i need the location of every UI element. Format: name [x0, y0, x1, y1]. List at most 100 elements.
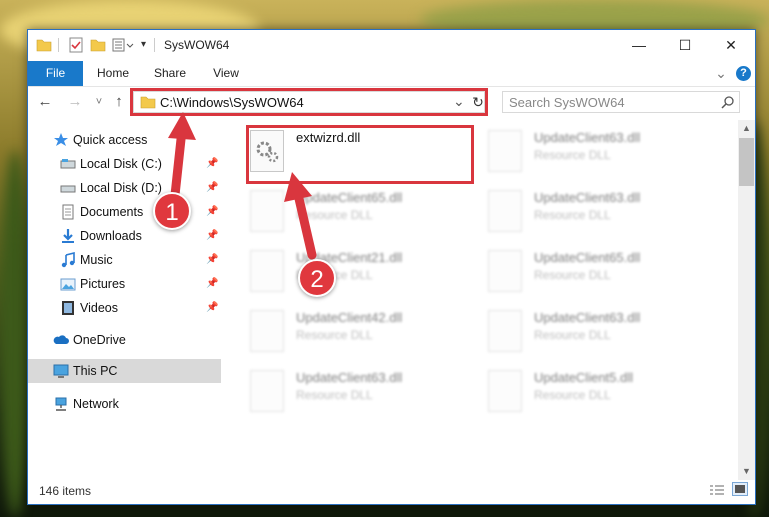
- file-item[interactable]: UpdateClient42.dll Resource DLL: [250, 310, 470, 364]
- file-type: Resource DLL: [296, 388, 373, 402]
- file-type: Resource DLL: [534, 388, 611, 402]
- tab-file[interactable]: File: [28, 61, 83, 86]
- file-item[interactable]: UpdateClient63.dll Resource DLL: [488, 310, 708, 364]
- step-2-badge: 2: [298, 259, 336, 297]
- file-item[interactable]: UpdateClient21.dll Resource DLL: [250, 250, 470, 304]
- computer-icon: [53, 363, 69, 379]
- file-type: Resource DLL: [534, 328, 611, 342]
- properties-icon[interactable]: [68, 37, 84, 53]
- tab-share[interactable]: Share: [148, 61, 192, 86]
- file-name: UpdateClient63.dll: [534, 130, 641, 145]
- search-icon[interactable]: [721, 95, 735, 112]
- file-name: UpdateClient42.dll: [296, 310, 403, 325]
- dll-file-icon: [488, 130, 522, 172]
- file-highlight-box: [246, 125, 474, 184]
- download-icon: [60, 228, 76, 244]
- navigation-pane: Quick access Local Disk (C:) Local Disk …: [28, 120, 221, 480]
- folder-icon: [36, 37, 52, 53]
- customize-toolbar-icon[interactable]: [112, 37, 138, 53]
- address-highlight-box: [130, 88, 488, 116]
- file-name: UpdateClient65.dll: [296, 190, 403, 205]
- sidebar-item-label: OneDrive: [73, 333, 126, 347]
- pictures-icon: [60, 276, 76, 292]
- recent-locations-button[interactable]: ˅: [90, 93, 108, 111]
- file-name: UpdateClient5.dll: [534, 370, 634, 385]
- sidebar-item-label: Quick access: [73, 133, 148, 147]
- pin-icon[interactable]: 📌: [206, 278, 218, 289]
- file-explorer-window: ▾ SysWOW64 — ☐ ✕ File Home Share View ⌄ …: [27, 29, 756, 505]
- sidebar-item-label: Local Disk (D:): [80, 181, 162, 195]
- vertical-scrollbar[interactable]: ▲ ▼: [738, 120, 755, 480]
- drive-icon: [60, 156, 76, 172]
- sidebar-item-label: Network: [73, 397, 119, 411]
- file-list: extwizrd.dll UpdateClient63.dll Resource…: [240, 120, 738, 480]
- tab-home[interactable]: Home: [91, 61, 135, 86]
- pin-icon[interactable]: 📌: [206, 302, 218, 313]
- close-button[interactable]: ✕: [708, 30, 754, 61]
- back-button[interactable]: ←: [36, 93, 54, 111]
- scroll-thumb[interactable]: [739, 138, 754, 186]
- maximize-button[interactable]: ☐: [662, 30, 708, 61]
- file-type: Resource DLL: [534, 268, 611, 282]
- file-item[interactable]: UpdateClient63.dll Resource DLL: [488, 130, 708, 184]
- drive-icon: [60, 180, 76, 196]
- pin-icon[interactable]: 📌: [206, 254, 218, 265]
- sidebar-item-label: This PC: [73, 364, 118, 378]
- separator: [154, 38, 155, 52]
- status-bar: 146 items: [28, 478, 755, 504]
- network-icon: [53, 396, 69, 412]
- dll-file-icon: [250, 310, 284, 352]
- dll-file-icon: [488, 310, 522, 352]
- dll-file-icon: [250, 250, 284, 292]
- file-type: Resource DLL: [296, 208, 373, 222]
- file-name: UpdateClient63.dll: [534, 190, 641, 205]
- title-bar: ▾ SysWOW64 — ☐ ✕: [28, 30, 755, 61]
- separator: [58, 38, 59, 52]
- large-icons-view-icon[interactable]: [732, 482, 748, 496]
- pin-icon[interactable]: 📌: [206, 206, 218, 217]
- window-title: SysWOW64: [164, 38, 230, 52]
- file-name: UpdateClient63.dll: [296, 370, 403, 385]
- search-input[interactable]: Search SysWOW64: [509, 95, 625, 110]
- ribbon-expand-icon[interactable]: ⌄: [712, 61, 730, 86]
- file-name: UpdateClient63.dll: [534, 310, 641, 325]
- documents-icon: [60, 204, 76, 220]
- file-type: Resource DLL: [534, 148, 611, 162]
- minimize-button[interactable]: —: [616, 30, 662, 61]
- file-item[interactable]: UpdateClient5.dll Resource DLL: [488, 370, 708, 424]
- file-item[interactable]: UpdateClient65.dll Resource DLL: [250, 190, 470, 244]
- ribbon-tabs: File Home Share View ⌄ ?: [28, 61, 755, 87]
- pin-icon[interactable]: 📌: [206, 182, 218, 193]
- dll-file-icon: [488, 250, 522, 292]
- file-type: Resource DLL: [296, 328, 373, 342]
- music-icon: [60, 251, 76, 268]
- dll-file-icon: [250, 190, 284, 232]
- wallpaper-blob: [0, 150, 30, 517]
- sidebar-item-label: Local Disk (C:): [80, 157, 162, 171]
- new-folder-icon[interactable]: [90, 37, 106, 53]
- dll-file-icon: [488, 190, 522, 232]
- step-1-badge: 1: [153, 192, 191, 230]
- file-name: UpdateClient65.dll: [534, 250, 641, 265]
- dll-file-icon: [250, 370, 284, 412]
- cloud-icon: [53, 332, 69, 348]
- sidebar-item-label: Downloads: [80, 229, 142, 243]
- search-box[interactable]: Search SysWOW64: [502, 91, 740, 113]
- pin-icon[interactable]: 📌: [206, 158, 218, 169]
- sidebar-item-label: Pictures: [80, 277, 126, 291]
- forward-button[interactable]: →: [66, 93, 84, 111]
- star-icon: [53, 132, 69, 148]
- help-icon[interactable]: ?: [736, 66, 751, 81]
- pin-icon[interactable]: 📌: [206, 230, 218, 241]
- file-item[interactable]: UpdateClient65.dll Resource DLL: [488, 250, 708, 304]
- file-type: Resource DLL: [534, 208, 611, 222]
- up-button[interactable]: ↑: [110, 93, 128, 111]
- scroll-up-arrow[interactable]: ▲: [738, 120, 755, 137]
- file-item[interactable]: UpdateClient63.dll Resource DLL: [488, 190, 708, 244]
- tab-view[interactable]: View: [204, 61, 248, 86]
- dll-file-icon: [488, 370, 522, 412]
- details-view-icon[interactable]: [710, 484, 724, 499]
- item-count: 146 items: [39, 484, 92, 498]
- file-item[interactable]: UpdateClient63.dll Resource DLL: [250, 370, 470, 424]
- navigation-bar: ← → ˅ ↑ C:\Windows\SysWOW64 ⌄ ↻ Search S…: [28, 87, 755, 117]
